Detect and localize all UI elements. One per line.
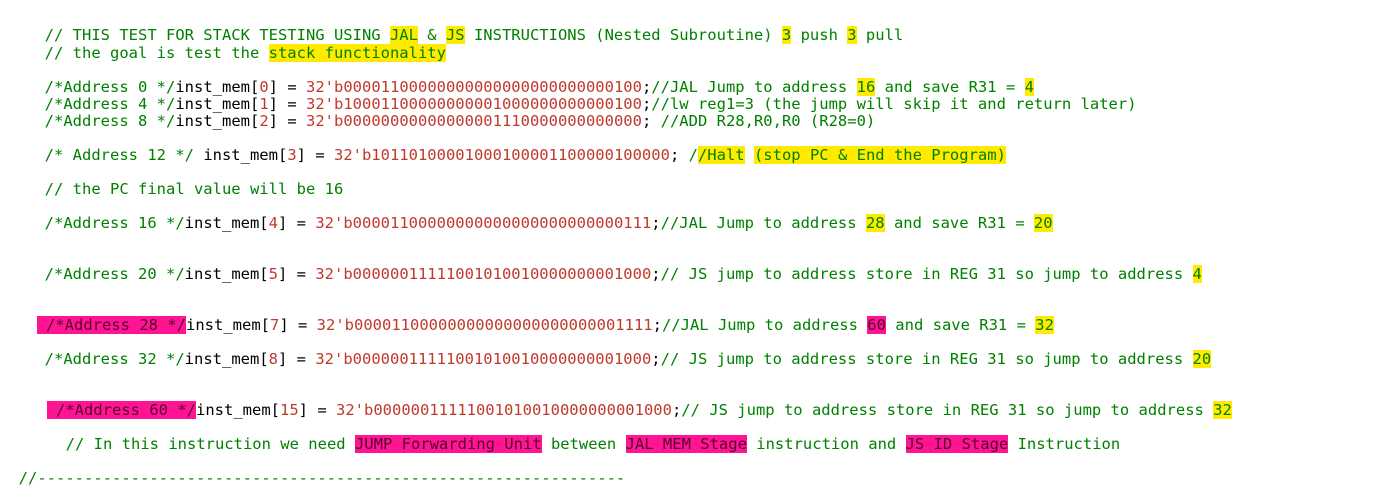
code-line-11: /*Address 32 */inst_mem[8] = 32'b0000001… bbox=[26, 334, 1212, 368]
binary-literal: 32'b00000000000000001110000000000000 bbox=[306, 112, 642, 130]
binary-literal: 32'b00000011111001010010000000001000 bbox=[336, 401, 672, 419]
code-line-12: /*Address 60 */inst_mem[15] = 32'b000000… bbox=[28, 385, 1232, 419]
assign-op: ] = bbox=[278, 265, 316, 283]
assign-op: ] = bbox=[279, 316, 317, 334]
comment-text: pull bbox=[856, 26, 904, 44]
comment-text: INSTRUCTIONS (Nested Subroutine) bbox=[464, 26, 782, 44]
highlighted-text: 4 bbox=[1192, 265, 1202, 283]
array-name: inst_mem[ bbox=[193, 146, 288, 164]
highlighted-text: JS bbox=[445, 26, 465, 44]
code-line-7: // the PC final value will be 16 bbox=[26, 164, 344, 198]
array-index: 4 bbox=[268, 214, 278, 232]
divider-comment: //--------------------------------------… bbox=[18, 469, 626, 487]
comment-text: instruction and bbox=[746, 435, 906, 453]
binary-literal: 32'b00001100000000000000000000001111 bbox=[316, 316, 653, 334]
comment-text: // In this instruction we need bbox=[65, 435, 355, 453]
comment-text: // JS jump to address store in REG 31 so… bbox=[660, 265, 1193, 283]
code-line-9: /*Address 20 */inst_mem[5] = 32'b0000001… bbox=[26, 249, 1202, 283]
address-comment: /*Address 8 */ bbox=[44, 112, 176, 130]
code-line-1: // THIS TEST FOR STACK TESTING USING JAL… bbox=[26, 10, 903, 44]
highlighted-text: (stop PC & End the Program) bbox=[753, 146, 1006, 164]
address-comment: /*Address 16 */ bbox=[44, 214, 185, 232]
comment-text: and save R31 = bbox=[884, 214, 1034, 232]
comment-text: push bbox=[791, 26, 848, 44]
binary-literal: 32'b00001100000000000000000000000111 bbox=[315, 214, 652, 232]
code-line-14: //--------------------------------------… bbox=[0, 453, 626, 487]
address-comment: /* Address 12 */ bbox=[44, 146, 194, 164]
comment-text: //ADD R28,R0,R0 (R28=0) bbox=[660, 112, 876, 130]
highlighted-text: stack functionality bbox=[268, 44, 446, 62]
assign-op: ] = bbox=[296, 146, 334, 164]
array-name: inst_mem[ bbox=[184, 214, 269, 232]
highlighted-text: 3 bbox=[847, 26, 857, 44]
code-line-4: /*Address 4 */inst_mem[1] = 32'b10001100… bbox=[26, 79, 1137, 113]
code-line-8: /*Address 16 */inst_mem[4] = 32'b0000110… bbox=[26, 198, 1053, 232]
assign-op: ] = bbox=[298, 401, 336, 419]
comment-text: // JS jump to address store in REG 31 so… bbox=[681, 401, 1214, 419]
address-comment: /*Address 20 */ bbox=[44, 265, 185, 283]
semicolon: ; bbox=[651, 265, 661, 283]
comment-text: between bbox=[541, 435, 626, 453]
semicolon: ; bbox=[651, 214, 661, 232]
comment-text: //JAL Jump to address bbox=[660, 214, 866, 232]
code-line-2: // the goal is test the stack functional… bbox=[26, 28, 446, 62]
semicolon: ; bbox=[652, 316, 662, 334]
array-index: 8 bbox=[268, 350, 278, 368]
array-index: 15 bbox=[280, 401, 299, 419]
binary-literal: 32'b00000011111001010010000000001000 bbox=[315, 350, 652, 368]
highlighted-text: JS ID Stage bbox=[905, 435, 1009, 453]
semicolon: ; bbox=[671, 401, 682, 419]
array-name: inst_mem[ bbox=[196, 401, 280, 419]
comment-text: and save R31 = bbox=[885, 316, 1036, 334]
semicolon: ; bbox=[651, 350, 661, 368]
code-line-3: /*Address 0 */inst_mem[0] = 32'b00001100… bbox=[26, 62, 1034, 96]
comment-text: Instruction bbox=[1008, 435, 1121, 453]
assign-op: ] = bbox=[278, 214, 316, 232]
array-name: inst_mem[ bbox=[184, 350, 269, 368]
highlighted-address-comment: /*Address 28 */ bbox=[36, 316, 186, 334]
highlighted-text: 60 bbox=[867, 316, 886, 334]
assign-op: ] = bbox=[268, 112, 306, 130]
array-index: 5 bbox=[268, 265, 278, 283]
highlighted-text: 20 bbox=[1033, 214, 1053, 232]
highlighted-text: 28 bbox=[865, 214, 885, 232]
array-index: 3 bbox=[287, 146, 297, 164]
address-comment: /*Address 60 */ bbox=[56, 401, 196, 419]
comment-text: // the PC final value will be 16 bbox=[44, 180, 344, 198]
comment-text bbox=[745, 146, 754, 164]
comment-text: // the goal is test the bbox=[44, 44, 269, 62]
code-line-6: /* Address 12 */ inst_mem[3] = 32'b10110… bbox=[26, 130, 1006, 164]
address-comment: /*Address 32 */ bbox=[44, 350, 185, 368]
code-line-10: /*Address 28 */inst_mem[7] = 32'b0000110… bbox=[18, 300, 1054, 334]
comment-text: //JAL Jump to address bbox=[661, 316, 868, 334]
comment-text: / bbox=[688, 146, 698, 164]
comment-text: // JS jump to address store in REG 31 so… bbox=[660, 350, 1193, 368]
binary-literal: 32'b00000011111001010010000000001000 bbox=[315, 265, 652, 283]
semicolon: ; bbox=[669, 146, 689, 164]
assign-op: ] = bbox=[278, 350, 316, 368]
highlighted-text: 20 bbox=[1192, 350, 1212, 368]
binary-literal: 32'b10110100001000100001100000100000 bbox=[333, 146, 670, 164]
highlighted-address-comment: /*Address 60 */ bbox=[46, 401, 196, 419]
semicolon: ; bbox=[641, 112, 661, 130]
code-line-13: // In this instruction we need JUMP Forw… bbox=[47, 419, 1120, 453]
array-name: inst_mem[ bbox=[186, 316, 270, 334]
highlighted-text: JAL MEM Stage bbox=[625, 435, 747, 453]
highlighted-text: 3 bbox=[781, 26, 792, 44]
array-index: 2 bbox=[259, 112, 269, 130]
highlighted-text: 32 bbox=[1213, 401, 1232, 419]
array-name: inst_mem[ bbox=[175, 112, 260, 130]
highlighted-text: /Halt bbox=[697, 146, 745, 164]
code-line-5: /*Address 8 */inst_mem[2] = 32'b00000000… bbox=[26, 96, 876, 130]
address-comment: /*Address 28 */ bbox=[46, 316, 186, 334]
array-name: inst_mem[ bbox=[184, 265, 269, 283]
highlighted-text: JUMP Forwarding Unit bbox=[354, 435, 542, 453]
highlighted-text: 32 bbox=[1035, 316, 1054, 334]
array-index: 7 bbox=[270, 316, 280, 334]
